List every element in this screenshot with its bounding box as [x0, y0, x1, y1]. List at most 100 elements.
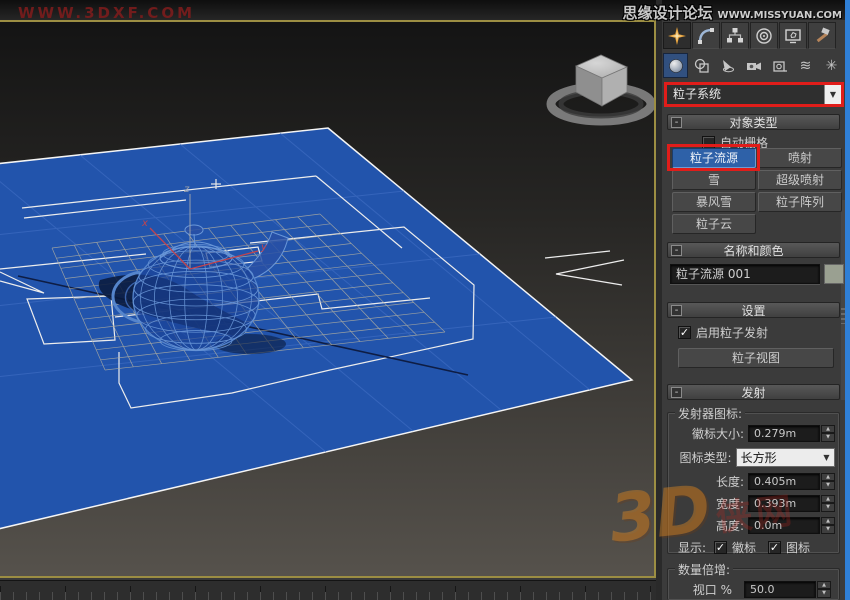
- button-snow[interactable]: 雪: [672, 170, 756, 190]
- display-icon-label: 图标: [786, 539, 810, 556]
- subcat-geometry[interactable]: [663, 53, 688, 78]
- spin-down-icon[interactable]: ▼: [821, 503, 835, 512]
- spin-down-icon[interactable]: ▼: [821, 525, 835, 534]
- width-field[interactable]: 0.393m: [748, 495, 820, 512]
- app-window: WWW.3DXF.COM 思缘设计论坛 WWW.MISSYUAN.COM: [0, 0, 850, 600]
- display-label: 显示:: [662, 539, 706, 556]
- spin-down-icon[interactable]: ▼: [821, 433, 835, 442]
- length-field[interactable]: 0.405m: [748, 473, 820, 490]
- enable-emission-row: ✓ 启用粒子发射: [678, 324, 768, 341]
- command-panel: ≋ ✳ 粒子系统 ▼ - 对象类型 自动栅格 粒子流源 喷射 雪 超级喷射 暴风…: [662, 20, 845, 600]
- rollout-object-type-title: 对象类型: [682, 114, 825, 131]
- time-trackbar[interactable]: [0, 580, 656, 600]
- spin-down-icon[interactable]: ▼: [821, 481, 835, 490]
- display-logo-label: 徽标: [732, 539, 756, 556]
- spin-up-icon[interactable]: ▲: [821, 495, 835, 504]
- command-panel-tabs: [663, 22, 836, 49]
- button-blizzard[interactable]: 暴风雪: [672, 192, 756, 212]
- object-color-swatch[interactable]: [824, 264, 844, 284]
- display-logo-option: ✓ 徽标: [714, 539, 756, 556]
- width-spinner[interactable]: ▲ ▼: [821, 495, 835, 512]
- tab-hierarchy[interactable]: [721, 22, 749, 49]
- quantity-multiplier-group-label: 数量倍增:: [675, 561, 733, 578]
- object-name-field[interactable]: 粒子流源 001: [670, 264, 820, 284]
- viewport-pct-spinner[interactable]: ▲ ▼: [817, 581, 831, 598]
- logo-size-field[interactable]: 0.279m: [748, 425, 820, 442]
- button-spray[interactable]: 喷射: [758, 148, 842, 168]
- subcat-spacewarps[interactable]: ≋: [793, 53, 818, 78]
- spin-down-icon[interactable]: ▼: [817, 589, 831, 598]
- subcat-systems[interactable]: ✳: [819, 53, 844, 78]
- display-icon-checkbox[interactable]: ✓: [768, 541, 781, 554]
- rollout-name-color[interactable]: - 名称和颜色: [667, 242, 840, 258]
- create-starburst-icon: [668, 27, 686, 45]
- subcat-cameras[interactable]: [741, 53, 766, 78]
- display-logo-checkbox[interactable]: ✓: [714, 541, 727, 554]
- shapes-icon: [694, 58, 710, 74]
- button-super-spray[interactable]: 超级喷射: [758, 170, 842, 190]
- particle-view-button[interactable]: 粒子视图: [678, 348, 834, 368]
- category-dropdown[interactable]: 粒子系统 ▼: [664, 82, 844, 107]
- viewport-pct-field[interactable]: 50.0: [744, 581, 816, 598]
- rollout-emission[interactable]: - 发射: [667, 384, 840, 400]
- collapse-icon[interactable]: -: [671, 117, 682, 128]
- perspective-viewport[interactable]: z x y: [0, 20, 656, 578]
- window-edge: [845, 0, 850, 600]
- collapse-icon[interactable]: -: [671, 245, 682, 256]
- icon-type-value: 长方形: [737, 449, 819, 466]
- modify-curve-icon: [697, 27, 715, 45]
- height-field[interactable]: 0.0m: [748, 517, 820, 534]
- logo-size-label: 徽标大小:: [662, 425, 744, 442]
- spin-up-icon[interactable]: ▲: [817, 581, 831, 590]
- dropdown-arrow-icon[interactable]: ▼: [819, 453, 834, 462]
- height-row: 高度: 0.0m ▲ ▼: [662, 516, 835, 534]
- enable-emission-label: 启用粒子发射: [696, 324, 768, 341]
- length-spinner[interactable]: ▲ ▼: [821, 473, 835, 490]
- subcat-shapes[interactable]: [689, 53, 714, 78]
- spin-up-icon[interactable]: ▲: [821, 473, 835, 482]
- rollout-emission-title: 发射: [682, 384, 825, 401]
- button-pf-source[interactable]: 粒子流源: [672, 148, 756, 168]
- axis-y-label: y: [260, 242, 268, 253]
- enable-emission-checkbox[interactable]: ✓: [678, 326, 691, 339]
- subcat-lights[interactable]: [715, 53, 740, 78]
- geometry-sphere-icon: [668, 58, 684, 74]
- spin-up-icon[interactable]: ▲: [821, 425, 835, 434]
- category-dropdown-value: 粒子系统: [667, 85, 824, 104]
- tab-create[interactable]: [663, 22, 691, 49]
- rollout-object-type[interactable]: - 对象类型: [667, 114, 840, 130]
- tab-display[interactable]: [779, 22, 807, 49]
- hierarchy-tree-icon: [726, 27, 744, 45]
- viewport-pct-row: 视口 % 50.0 ▲ ▼: [662, 580, 835, 598]
- height-spinner[interactable]: ▲ ▼: [821, 517, 835, 534]
- watermark-cn-text: 思缘设计论坛: [623, 2, 713, 23]
- logo-size-spinner[interactable]: ▲ ▼: [821, 425, 835, 442]
- width-label: 宽度:: [662, 495, 744, 512]
- icon-type-dropdown[interactable]: 长方形 ▼: [736, 448, 835, 467]
- motion-wheel-icon: [755, 27, 773, 45]
- tab-modify[interactable]: [692, 22, 720, 49]
- helpers-tape-icon: [772, 58, 788, 74]
- collapse-icon[interactable]: -: [671, 387, 682, 398]
- button-parray[interactable]: 粒子阵列: [758, 192, 842, 212]
- watermark-top-left: WWW.3DXF.COM: [18, 4, 195, 22]
- tab-utilities[interactable]: [808, 22, 836, 49]
- rollout-name-color-title: 名称和颜色: [682, 242, 825, 259]
- spin-up-icon[interactable]: ▲: [821, 517, 835, 526]
- rollout-setup[interactable]: - 设置: [667, 302, 840, 318]
- collapse-icon[interactable]: -: [671, 305, 682, 316]
- display-icon-option: ✓ 图标: [768, 539, 810, 556]
- tab-motion[interactable]: [750, 22, 778, 49]
- icon-type-label: 图标类型:: [662, 449, 732, 466]
- button-pcloud[interactable]: 粒子云: [672, 214, 756, 234]
- spacewarps-waves-icon: ≋: [800, 59, 812, 73]
- logo-size-row: 徽标大小: 0.279m ▲ ▼: [662, 424, 835, 442]
- create-subcategories: ≋ ✳: [663, 53, 844, 78]
- viewport-pct-label: 视口 %: [662, 581, 732, 598]
- cameras-icon: [746, 58, 762, 74]
- icon-type-row: 图标类型: 长方形 ▼: [662, 448, 835, 466]
- subcat-helpers[interactable]: [767, 53, 792, 78]
- length-label: 长度:: [662, 473, 744, 490]
- dropdown-arrow-icon[interactable]: ▼: [824, 85, 841, 104]
- lights-spotlight-icon: [720, 58, 736, 74]
